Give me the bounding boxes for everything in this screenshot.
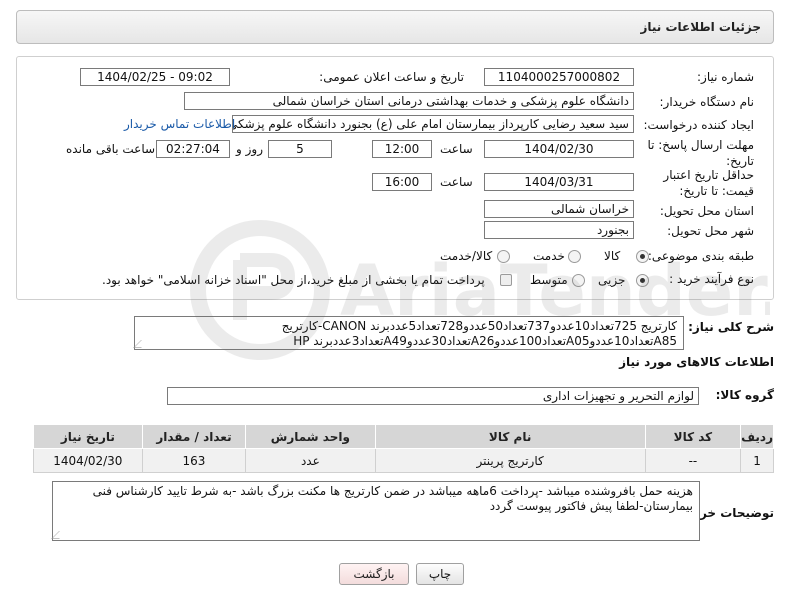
announce-field: 1404/02/25 - 09:02 — [80, 68, 230, 86]
province-label: استان محل تحویل: — [659, 204, 754, 218]
summary-textarea: کارتریج 725تعداد10عددو737تعداد50عددو728ت… — [133, 316, 684, 350]
process-minor-label: جزیی — [598, 273, 626, 287]
header-panel: جزئیات اطلاعات نیاز — [16, 10, 774, 44]
cell-code: -- — [644, 448, 742, 473]
col-name: نام کالا — [374, 424, 646, 449]
remaining-field: 02:27:04 — [156, 140, 230, 158]
category-label: طبقه بندی موضوعی: — [647, 249, 754, 263]
cell-name: کارتریج پرینتر — [374, 448, 646, 473]
category-goods-label: کالا — [604, 249, 621, 263]
treasury-checkbox[interactable] — [500, 274, 512, 286]
category-service-radio[interactable] — [568, 250, 581, 263]
summary-label: شرح کلی نیاز: — [688, 320, 774, 334]
cell-date: 1404/02/30 — [33, 448, 143, 473]
buyer-notes-text: هزینه حمل بافروشنده میباشد -پرداخت 6ماهه… — [92, 484, 693, 513]
summary-text: کارتریج 725تعداد10عددو737تعداد50عددو728ت… — [281, 319, 677, 348]
need-number-field: 1104000257000802 — [484, 68, 634, 86]
validity-time-label: ساعت — [440, 175, 473, 189]
back-button[interactable]: بازگشت — [339, 563, 409, 585]
process-minor-radio[interactable] — [636, 274, 649, 287]
process-label: نوع فرآیند خرید : — [669, 272, 754, 286]
validity-label: حداقل تاریخ اعتبار قیمت: تا تاریخ: — [663, 168, 754, 198]
goods-group-label: گروه کالا: — [715, 388, 774, 402]
deadline-date-field: 1404/02/30 — [484, 140, 634, 158]
buyer-contact-link[interactable]: اطلاعات تماس خریدار — [124, 117, 235, 131]
cell-unit: عدد — [245, 448, 376, 473]
col-date: تاریخ نیاز — [33, 424, 143, 449]
province-field: خراسان شمالی — [484, 200, 634, 218]
remaining-label: ساعت باقی مانده — [66, 142, 156, 156]
table-row[interactable]: 1 -- کارتریج پرینتر عدد 163 1404/02/30 — [33, 448, 774, 473]
page-title: جزئیات اطلاعات نیاز — [640, 20, 761, 34]
validity-date-field: 1404/03/31 — [484, 173, 634, 191]
requester-label: ایجاد کننده درخواست: — [643, 118, 754, 132]
days-field: 5 — [268, 140, 332, 158]
requester-field: سید سعید رضایی کارپرداز بیمارستان امام ع… — [232, 115, 634, 133]
col-code: کد کالا — [644, 424, 742, 449]
process-medium-radio[interactable] — [572, 274, 585, 287]
col-index: ردیف — [740, 424, 774, 449]
category-goods-radio[interactable] — [636, 250, 649, 263]
table-header-row: ردیف کد کالا نام کالا واحد شمارش تعداد /… — [33, 424, 774, 449]
deadline-time-field: 12:00 — [372, 140, 432, 158]
print-button[interactable]: چاپ — [416, 563, 464, 585]
category-goods-service-radio[interactable] — [497, 250, 510, 263]
days-label: روز و — [236, 142, 263, 156]
goods-section-title: اطلاعات کالاهای مورد نیاز — [619, 355, 774, 369]
goods-group-field: لوازم التحریر و تجهیزات اداری — [167, 387, 699, 405]
cell-index: 1 — [740, 448, 774, 473]
resize-grip-icon[interactable] — [133, 340, 149, 348]
category-service-label: خدمت — [533, 249, 565, 263]
col-unit: واحد شمارش — [245, 424, 376, 449]
need-number-label: شماره نیاز: — [697, 70, 754, 84]
announce-label: تاریخ و ساعت اعلان عمومی: — [319, 70, 464, 84]
deadline-label: مهلت ارسال پاسخ: تا تاریخ: — [647, 138, 754, 168]
resize-grip-icon[interactable] — [51, 531, 67, 539]
process-medium-label: متوسط — [530, 273, 568, 287]
buyer-field: دانشگاه علوم پزشکی و خدمات بهداشتی درمان… — [184, 92, 634, 110]
cell-qty: 163 — [141, 448, 247, 473]
deadline-time-label: ساعت — [440, 142, 473, 156]
city-label: شهر محل تحویل: — [667, 224, 754, 238]
buyer-label: نام دستگاه خریدار: — [659, 95, 755, 109]
goods-table: ردیف کد کالا نام کالا واحد شمارش تعداد /… — [33, 424, 774, 473]
col-qty: تعداد / مقدار — [141, 424, 247, 449]
category-goods-service-label: کالا/خدمت — [440, 249, 493, 263]
buyer-notes-textarea: هزینه حمل بافروشنده میباشد -پرداخت 6ماهه… — [51, 481, 700, 541]
city-field: بجنورد — [484, 221, 634, 239]
treasury-note: پرداخت تمام یا بخشی از مبلغ خرید،از محل … — [102, 273, 485, 287]
validity-time-field: 16:00 — [372, 173, 432, 191]
